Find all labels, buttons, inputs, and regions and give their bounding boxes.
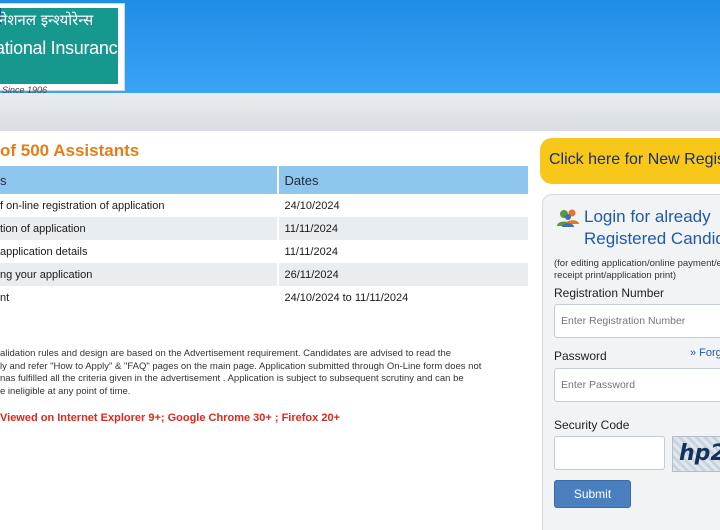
table-cell-date: 24/10/2024 xyxy=(277,194,531,217)
instructions-note: alidation rules and design are based on … xyxy=(0,348,520,398)
captcha-text: hp2 xyxy=(679,441,720,466)
new-registration-button[interactable]: Click here for New Registration xyxy=(540,138,720,184)
login-panel: Login for already Registered Candidates … xyxy=(542,194,720,530)
note-line: e ineligible at any point of time. xyxy=(0,385,131,397)
column-header-activity: s xyxy=(0,166,279,194)
logo-hindi-text: नेशनल इन्श्योरेन्स xyxy=(0,11,94,29)
password-label: Password xyxy=(554,349,607,363)
nav-band xyxy=(0,93,720,131)
table-cell-date: 11/11/2024 xyxy=(277,240,531,263)
table-row: application details 11/11/2024 xyxy=(0,240,531,263)
submit-button[interactable]: Submit xyxy=(554,480,631,508)
table-row: nt 24/10/2024 to 11/11/2024 xyxy=(0,286,531,309)
login-edit-note: (for editing application/online payment/… xyxy=(554,258,720,281)
table-cell-activity: application details xyxy=(0,240,279,263)
table-cell-date: 26/11/2024 xyxy=(277,263,531,286)
table-cell-activity: nt xyxy=(0,286,279,309)
table-cell-activity: ng your application xyxy=(0,263,279,286)
login-title: Login for already Registered Candidates xyxy=(584,206,720,250)
registration-number-label: Registration Number xyxy=(554,286,665,300)
table-header-row: s Dates xyxy=(0,166,531,194)
captcha-image: hp2 xyxy=(672,436,720,472)
table-row: ng your application 26/11/2024 xyxy=(0,263,531,286)
users-icon xyxy=(557,209,579,227)
table-cell-activity: tion of application xyxy=(0,217,279,240)
header-banner: नेशनल इन्श्योरेन्स ational Insurance t S… xyxy=(0,0,720,95)
note-line: ly and refer "How to Apply" & "FAQ" page… xyxy=(0,360,482,372)
page: नेशनल इन्श्योरेन्स ational Insurance t S… xyxy=(0,0,720,530)
page-title: of 500 Assistants xyxy=(0,141,140,160)
new-registration-label: Click here for New Registration xyxy=(549,151,720,168)
table-cell-date: 11/11/2024 xyxy=(277,217,531,240)
login-title-line: Registered Candidates xyxy=(584,229,720,248)
important-dates-table: s Dates f on-line registration of applic… xyxy=(0,166,531,309)
logo[interactable]: नेशनल इन्श्योरेन्स ational Insurance t S… xyxy=(0,3,125,95)
note-line: alidation rules and design are based on … xyxy=(0,348,452,359)
table-cell-activity: f on-line registration of application xyxy=(0,194,279,217)
browser-compatibility-note: Viewed on Internet Explorer 9+; Google C… xyxy=(0,412,340,424)
table-cell-date: 24/10/2024 to 11/11/2024 xyxy=(277,286,531,309)
logo-english-text: ational Insurance xyxy=(0,38,117,58)
column-header-dates: Dates xyxy=(277,166,531,194)
password-input[interactable] xyxy=(554,368,720,402)
security-code-input[interactable] xyxy=(554,436,665,470)
security-code-label: Security Code xyxy=(554,418,630,432)
table-row: f on-line registration of application 24… xyxy=(0,194,531,217)
registration-number-input[interactable] xyxy=(554,304,720,338)
table-row: tion of application 11/11/2024 xyxy=(0,217,531,240)
login-title-line: Login for already xyxy=(584,207,711,226)
note-line: nas fulfilled all the criteria given in … xyxy=(0,373,464,384)
forgot-password-link[interactable]: » Forgot Password xyxy=(690,347,720,359)
